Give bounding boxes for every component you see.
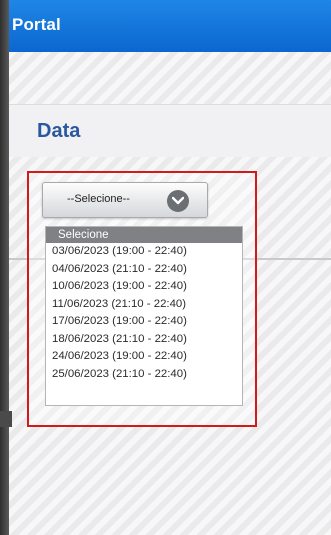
portal-title: Portal — [12, 15, 61, 34]
window-edge-shadow — [0, 0, 9, 535]
chevron-down-icon[interactable] — [167, 190, 189, 212]
dropdown-option[interactable]: 18/06/2023 (21:10 - 22:40) — [46, 331, 242, 349]
dropdown-option[interactable]: 03/06/2023 (19:00 - 22:40) — [46, 243, 242, 261]
dropdown-option[interactable]: 24/06/2023 (19:00 - 22:40) — [46, 348, 242, 366]
dropdown-option-header[interactable]: Selecione — [46, 227, 242, 243]
dropdown-option[interactable]: 17/06/2023 (19:00 - 22:40) — [46, 313, 242, 331]
dropdown-option[interactable]: 10/06/2023 (19:00 - 22:40) — [46, 278, 242, 296]
dropdown-option[interactable]: 11/06/2023 (21:10 - 22:40) — [46, 296, 242, 314]
portal-header: Portal — [9, 0, 331, 52]
date-select-value: --Selecione-- — [67, 193, 130, 205]
date-select[interactable]: --Selecione-- — [42, 182, 208, 218]
dropdown-option[interactable]: 25/06/2023 (21:10 - 22:40) — [46, 366, 242, 384]
side-tab — [0, 411, 12, 427]
date-dropdown-list: Selecione 03/06/2023 (19:00 - 22:40) 04/… — [45, 226, 243, 406]
section-title: Data — [37, 120, 81, 142]
dropdown-option[interactable]: 04/06/2023 (21:10 - 22:40) — [46, 261, 242, 279]
